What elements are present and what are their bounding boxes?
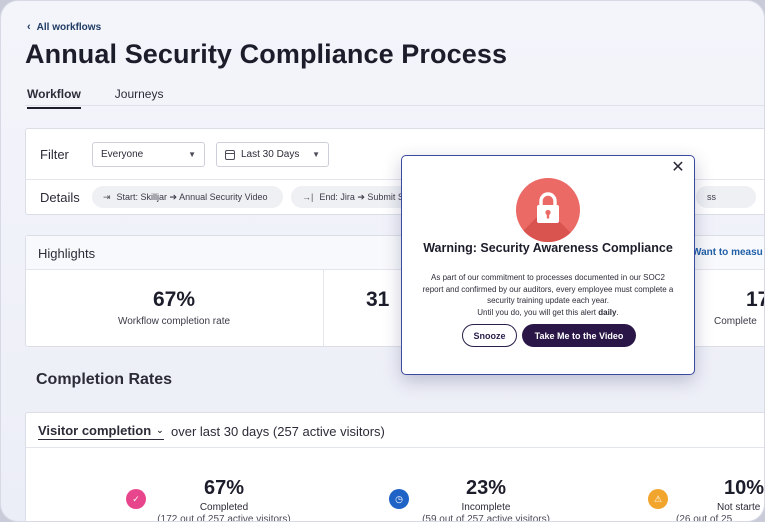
stat-label: Complete bbox=[714, 316, 757, 327]
audience-dropdown[interactable]: Everyone ▼ bbox=[92, 142, 205, 167]
security-warning-modal: ✕ Warning: Security Awareness Compliance… bbox=[401, 155, 695, 375]
column-divider bbox=[323, 270, 324, 346]
stat-sub: (172 out of 257 active visitors) bbox=[157, 514, 291, 522]
alert-prefix: Until you do, you will get this alert bbox=[477, 307, 599, 317]
incomplete-stat: 23% Incomplete (59 out of 257 active vis… bbox=[404, 477, 568, 522]
stat-label: Completed bbox=[199, 502, 249, 513]
chevron-down-icon: ▼ bbox=[312, 150, 320, 159]
stat-value: 17 bbox=[746, 288, 764, 311]
third-stat: 17 Complete bbox=[714, 288, 764, 327]
completion-rate-stat: 67% Workflow completion rate bbox=[74, 288, 274, 327]
not-started-stat: 10% Not starte (26 out of 25 bbox=[676, 477, 765, 522]
chevron-down-icon: ▼ bbox=[188, 150, 196, 159]
measure-link[interactable]: Want to measu bbox=[692, 247, 763, 258]
modal-body: As part of our commitment to processes d… bbox=[422, 272, 674, 318]
take-me-to-video-button[interactable]: Take Me to the Video bbox=[522, 324, 636, 347]
chevron-left-icon: ‹ bbox=[27, 21, 31, 33]
filter-label: Filter bbox=[40, 147, 69, 162]
lock-badge bbox=[516, 178, 580, 242]
audience-value: Everyone bbox=[101, 149, 144, 160]
stat-sub: (26 out of 25 bbox=[676, 514, 733, 522]
start-step-text: Start: Skilljar ➔ Annual Security Video bbox=[116, 191, 268, 202]
app-window: ‹ All workflows Annual Security Complian… bbox=[0, 0, 765, 522]
modal-body-alert-line: Until you do, you will get this alert da… bbox=[422, 307, 674, 319]
end-step-text: End: Jira ➔ Submit S bbox=[319, 191, 404, 202]
stat-label: Not starte bbox=[717, 502, 761, 513]
completed-stat: 67% Completed (172 out of 257 active vis… bbox=[138, 477, 310, 522]
filter-row: Filter Everyone ▼ Last 30 Days ▼ bbox=[40, 142, 329, 167]
modal-title: Warning: Security Awareness Compliance bbox=[423, 241, 673, 255]
stat-value: 23% bbox=[465, 477, 507, 499]
completion-description: over last 30 days (257 active visitors) bbox=[171, 424, 385, 439]
modal-actions: Snooze Take Me to the Video bbox=[462, 324, 636, 347]
start-step-chip[interactable]: ⇥ Start: Skilljar ➔ Annual Security Vide… bbox=[92, 186, 283, 208]
end-arrow-icon: →| bbox=[302, 192, 314, 202]
alert-frequency: daily bbox=[598, 307, 617, 317]
extra-chip-text: ss bbox=[707, 192, 716, 202]
metric-select[interactable]: Visitor completion ⌄ bbox=[38, 423, 164, 440]
details-label: Details bbox=[40, 189, 80, 205]
stat-sub: (59 out of 257 active visitors) bbox=[422, 514, 550, 522]
stat-value: 10% bbox=[724, 477, 765, 499]
snooze-button[interactable]: Snooze bbox=[462, 324, 517, 347]
stat-value: 67% bbox=[203, 477, 245, 499]
back-to-workflows-link[interactable]: ‹ All workflows bbox=[27, 21, 101, 33]
close-icon[interactable]: ✕ bbox=[669, 159, 687, 177]
page-title: Annual Security Compliance Process bbox=[25, 39, 508, 69]
modal-body-text: As part of our commitment to processes d… bbox=[422, 273, 674, 305]
completion-card: Visitor completion ⌄ over last 30 days (… bbox=[25, 412, 765, 522]
lock-icon bbox=[537, 192, 559, 223]
date-range-value: Last 30 Days bbox=[241, 149, 300, 160]
completion-rates-title: Completion Rates bbox=[36, 371, 173, 388]
stat-value: 67% bbox=[152, 288, 196, 311]
warning-icon: ⚠ bbox=[648, 489, 668, 509]
date-range-dropdown[interactable]: Last 30 Days ▼ bbox=[216, 142, 329, 167]
chevron-down-icon: ⌄ bbox=[156, 425, 164, 435]
details-row: Details ⇥ Start: Skilljar ➔ Annual Secur… bbox=[40, 186, 756, 208]
completion-header: Visitor completion ⌄ over last 30 days (… bbox=[26, 413, 764, 448]
calendar-icon bbox=[225, 149, 235, 160]
metric-select-value: Visitor completion bbox=[38, 423, 152, 438]
stat-label: Workflow completion rate bbox=[117, 316, 231, 327]
highlights-title: Highlights bbox=[38, 246, 96, 261]
tabs-divider bbox=[25, 105, 764, 106]
back-link-label: All workflows bbox=[36, 21, 102, 33]
extra-chip[interactable]: ss bbox=[696, 186, 756, 208]
alert-suffix: . bbox=[616, 307, 619, 317]
stat-label: Incomplete bbox=[461, 502, 511, 513]
start-arrow-icon: ⇥ bbox=[103, 191, 111, 202]
